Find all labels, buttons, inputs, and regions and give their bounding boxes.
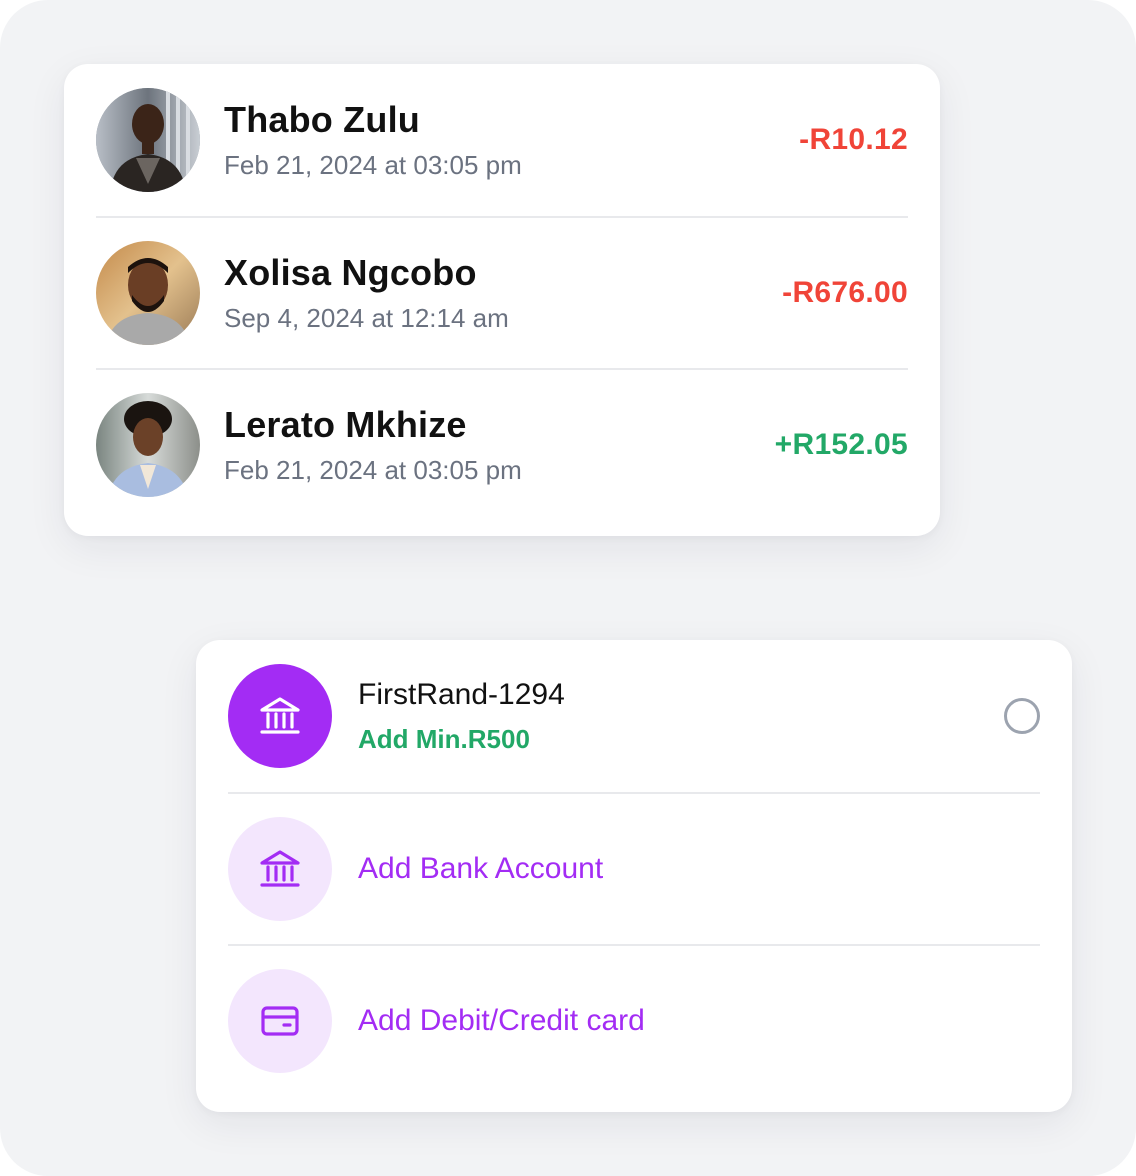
card-icon-badge xyxy=(228,969,332,1073)
transaction-row[interactable]: Lerato Mkhize Feb 21, 2024 at 03:05 pm +… xyxy=(96,368,908,520)
bank-account-info: FirstRand-1294 Add Min.R500 xyxy=(358,676,1004,756)
transaction-info: Lerato Mkhize Feb 21, 2024 at 03:05 pm xyxy=(224,403,775,487)
select-radio-button[interactable] xyxy=(1004,698,1040,734)
bank-icon xyxy=(260,850,300,887)
add-card-option[interactable]: Add Debit/Credit card xyxy=(228,944,1040,1096)
transaction-row[interactable]: Xolisa Ngcobo Sep 4, 2024 at 12:14 am -R… xyxy=(96,216,908,368)
transaction-date: Feb 21, 2024 at 03:05 pm xyxy=(224,455,522,485)
add-bank-account-label[interactable]: Add Bank Account xyxy=(358,850,603,888)
contact-name: Thabo Zulu xyxy=(224,99,420,140)
transactions-card: Thabo Zulu Feb 21, 2024 at 03:05 pm -R10… xyxy=(64,64,940,536)
payment-methods-card: FirstRand-1294 Add Min.R500 Add Bank Acc… xyxy=(196,640,1072,1112)
transaction-info: Xolisa Ngcobo Sep 4, 2024 at 12:14 am xyxy=(224,251,782,335)
bank-icon xyxy=(260,697,300,734)
bank-icon-badge xyxy=(228,817,332,921)
card-icon xyxy=(261,1006,299,1036)
transaction-date: Feb 21, 2024 at 03:05 pm xyxy=(224,150,522,180)
bank-account-name: FirstRand-1294 xyxy=(358,678,565,711)
avatar xyxy=(96,88,200,192)
bank-icon-badge xyxy=(228,664,332,768)
add-card-label[interactable]: Add Debit/Credit card xyxy=(358,1002,645,1040)
avatar xyxy=(96,241,200,345)
add-bank-account-option[interactable]: Add Bank Account xyxy=(228,792,1040,944)
transaction-amount: -R676.00 xyxy=(782,276,908,309)
background-canvas: Thabo Zulu Feb 21, 2024 at 03:05 pm -R10… xyxy=(0,0,1136,1176)
bank-account-option[interactable]: FirstRand-1294 Add Min.R500 xyxy=(228,640,1040,792)
contact-name: Lerato Mkhize xyxy=(224,404,467,445)
minimum-amount-hint: Add Min.R500 xyxy=(358,724,530,754)
transaction-info: Thabo Zulu Feb 21, 2024 at 03:05 pm xyxy=(224,98,799,182)
transaction-amount: -R10.12 xyxy=(799,123,908,156)
transaction-date: Sep 4, 2024 at 12:14 am xyxy=(224,303,509,333)
transaction-row[interactable]: Thabo Zulu Feb 21, 2024 at 03:05 pm -R10… xyxy=(96,64,908,216)
transaction-amount: +R152.05 xyxy=(774,428,908,461)
avatar xyxy=(96,393,200,497)
contact-name: Xolisa Ngcobo xyxy=(224,252,477,293)
